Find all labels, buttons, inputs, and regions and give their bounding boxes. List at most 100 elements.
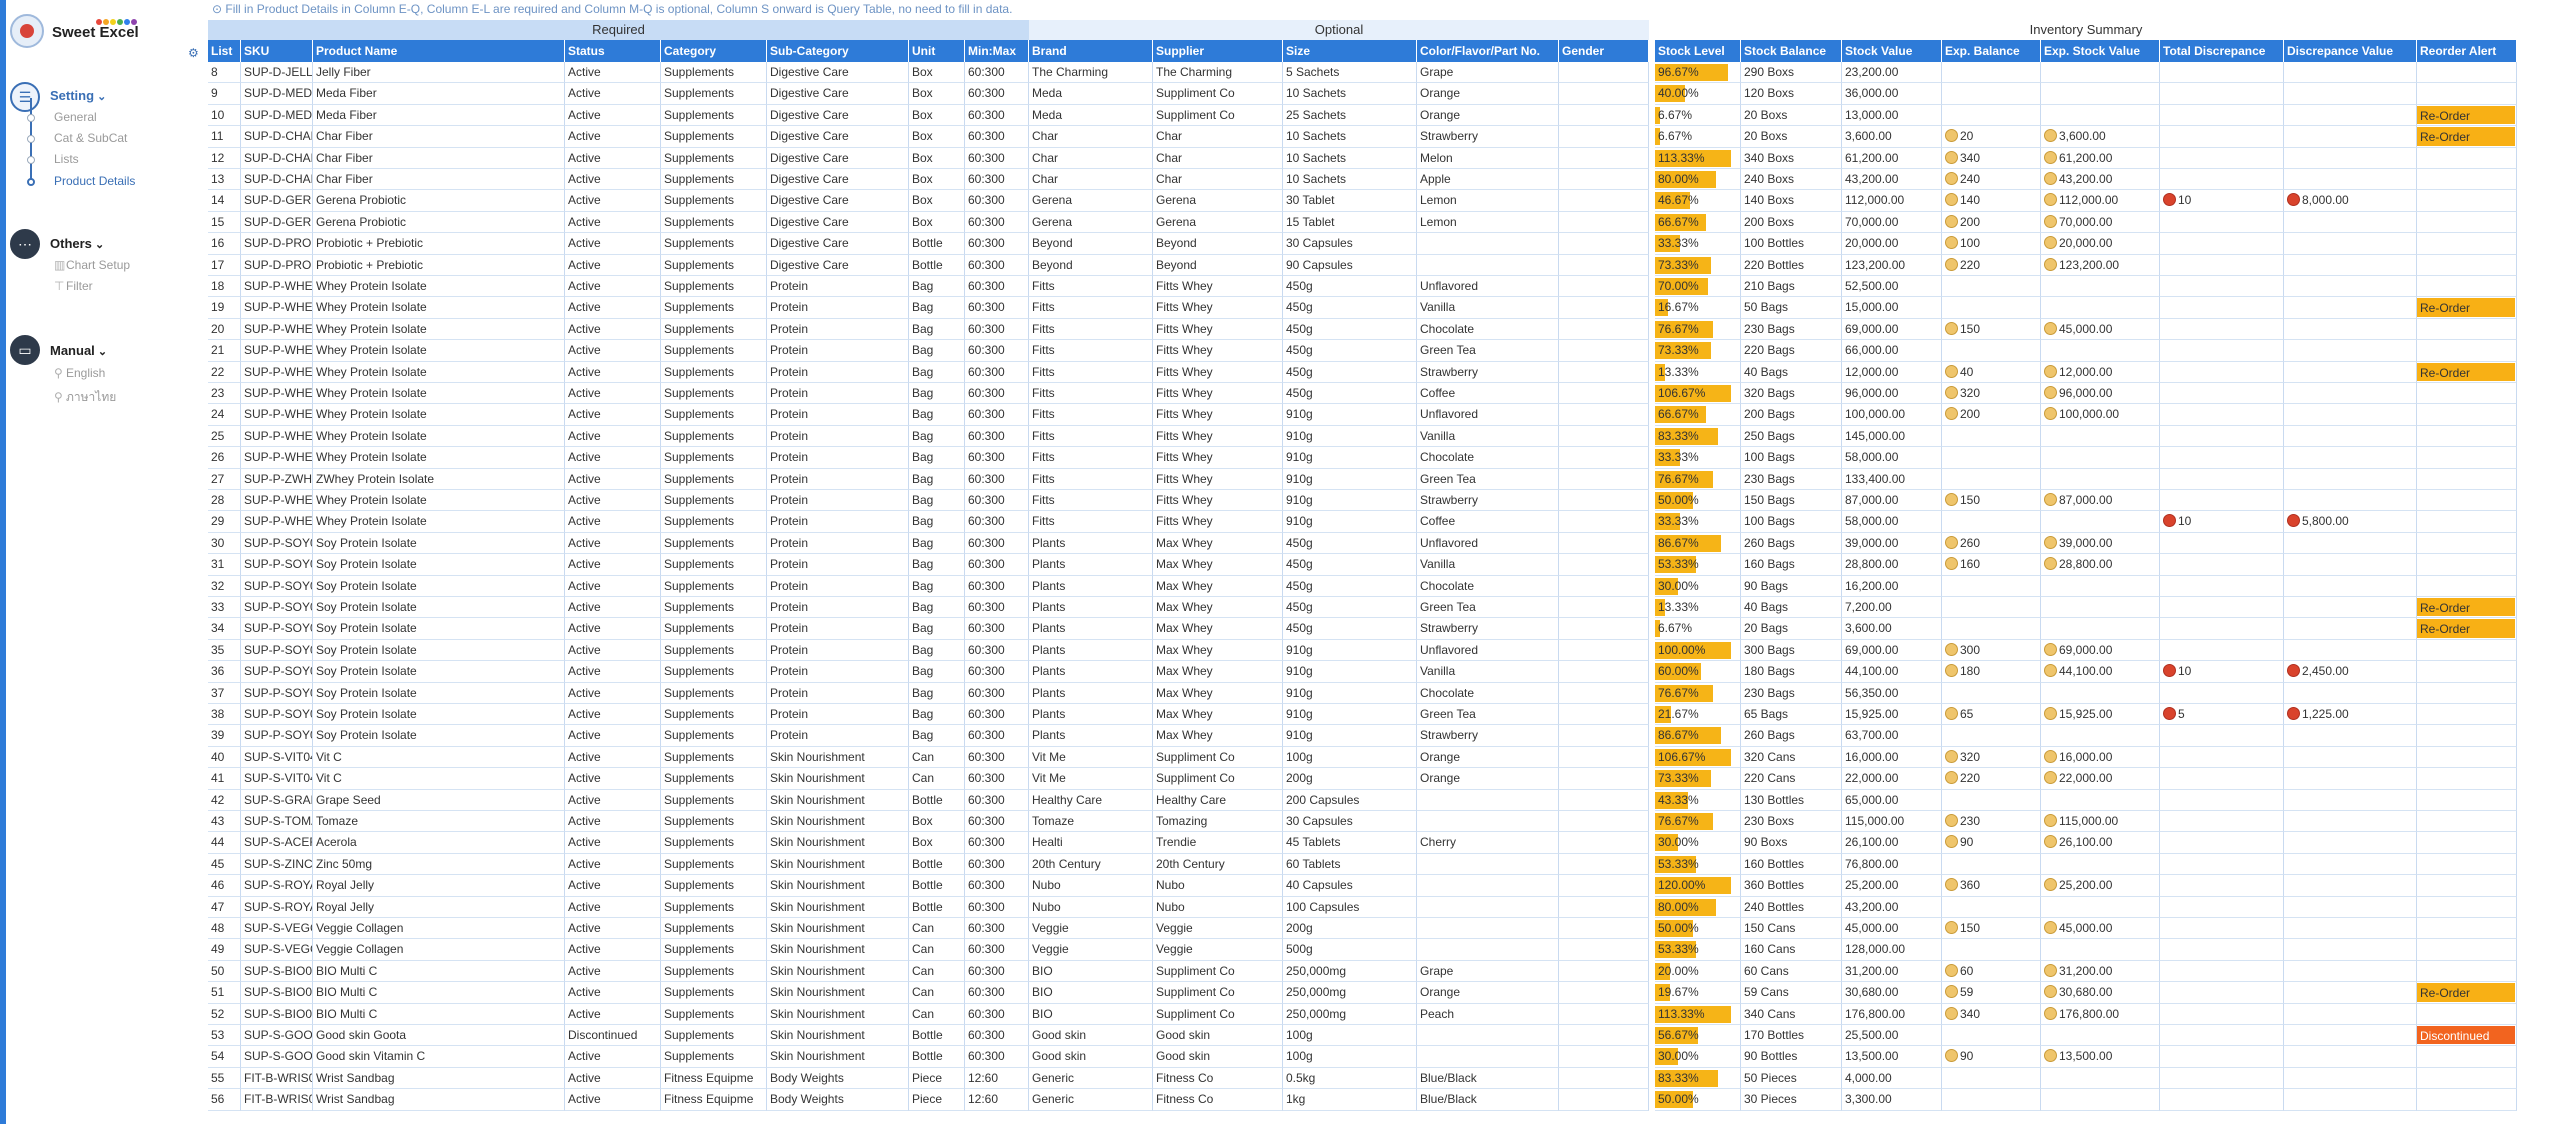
cell-category[interactable]: Supplements (661, 169, 767, 191)
cell-exp-balance[interactable]: 340 (1942, 1003, 2041, 1025)
cell-stock-value[interactable]: 13,000.00 (1842, 104, 1942, 127)
cell-stock-level[interactable]: 33.33% (1655, 233, 1741, 255)
cell-status[interactable]: Active (565, 468, 661, 490)
cell-sub-category[interactable]: Skin Nourishment (767, 832, 909, 854)
cell-min-max[interactable]: 60:300 (965, 318, 1029, 341)
cell-stock-balance[interactable]: 300 Bags (1741, 639, 1842, 662)
cell-sku[interactable]: SUP-P-SOY036 (241, 661, 313, 683)
cell-supplier[interactable]: Fitness Co (1153, 1067, 1283, 1090)
cell-sub-category[interactable]: Skin Nourishment (767, 875, 909, 897)
cell-min-max[interactable]: 60:300 (965, 62, 1029, 84)
cell-color-flavor-part-no-[interactable]: Unflavored (1417, 532, 1559, 555)
cell-sub-category[interactable]: Protein (767, 682, 909, 704)
cell-discrepance-value[interactable] (2284, 575, 2417, 597)
cell-category[interactable]: Supplements (661, 361, 767, 383)
cell-status[interactable]: Active (565, 361, 661, 383)
cell-exp-stock-value[interactable]: 20,000.00 (2041, 233, 2160, 255)
cell-sub-category[interactable]: Skin Nourishment (767, 960, 909, 983)
cell-product-name[interactable]: Whey Protein Isolate (313, 425, 565, 448)
cell-color-flavor-part-no-[interactable]: Unflavored (1417, 639, 1559, 662)
cell-discrepance-value[interactable] (2284, 425, 2417, 448)
sidebar-item-english[interactable]: ⚲ English (54, 366, 105, 380)
cell-status[interactable]: Active (565, 276, 661, 298)
cell-discrepance-value[interactable] (2284, 746, 2417, 769)
cell-discrepance-value[interactable] (2284, 960, 2417, 983)
cell-brand[interactable]: Beyond (1029, 254, 1153, 276)
cell-sku[interactable]: FIT-B-WRIS055 (241, 1067, 313, 1090)
cell-product-name[interactable]: Tomaze (313, 811, 565, 833)
cell-stock-value[interactable]: 65,000.00 (1842, 789, 1942, 811)
column-header-product-name[interactable]: Product Name (313, 40, 565, 62)
cell-min-max[interactable]: 60:300 (965, 190, 1029, 212)
cell-discrepance-value[interactable] (2284, 618, 2417, 640)
cell-sku[interactable]: SUP-P-WHEY018 (241, 276, 313, 298)
cell-exp-stock-value[interactable] (2041, 597, 2160, 619)
cell-size[interactable]: 450g (1283, 318, 1417, 341)
cell-min-max[interactable]: 60:300 (965, 1003, 1029, 1025)
cell-reorder-alert[interactable] (2417, 190, 2517, 212)
cell-unit[interactable]: Can (909, 1003, 965, 1025)
cell-status[interactable]: Active (565, 618, 661, 640)
cell-list[interactable]: 22 (208, 361, 241, 383)
cell-gender[interactable] (1559, 639, 1649, 662)
cell-sub-category[interactable]: Protein (767, 618, 909, 640)
cell-gender[interactable] (1559, 297, 1649, 319)
cell-list[interactable]: 30 (208, 532, 241, 555)
cell-total-discrepance[interactable] (2160, 147, 2284, 169)
cell-unit[interactable]: Bottle (909, 1025, 965, 1047)
cell-unit[interactable]: Bag (909, 597, 965, 619)
cell-color-flavor-part-no-[interactable] (1417, 811, 1559, 833)
cell-min-max[interactable]: 60:300 (965, 960, 1029, 983)
column-header-total-discrepance[interactable]: Total Discrepance (2160, 40, 2284, 62)
cell-exp-stock-value[interactable]: 87,000.00 (2041, 490, 2160, 512)
cell-min-max[interactable]: 60:300 (965, 425, 1029, 448)
cell-product-name[interactable]: Wrist Sandbag (313, 1089, 565, 1111)
cell-discrepance-value[interactable] (2284, 254, 2417, 276)
cell-min-max[interactable]: 60:300 (965, 104, 1029, 127)
cell-stock-balance[interactable]: 260 Bags (1741, 532, 1842, 555)
column-header-exp-stock-value[interactable]: Exp. Stock Value (2041, 40, 2160, 62)
cell-exp-balance[interactable] (1942, 297, 2041, 319)
cell-list[interactable]: 56 (208, 1089, 241, 1111)
cell-size[interactable]: 25 Sachets (1283, 104, 1417, 127)
cell-total-discrepance[interactable] (2160, 532, 2284, 555)
cell-supplier[interactable]: Fitts Whey (1153, 383, 1283, 405)
cell-discrepance-value[interactable] (2284, 639, 2417, 662)
cell-gender[interactable] (1559, 597, 1649, 619)
cell-category[interactable]: Supplements (661, 254, 767, 276)
cell-min-max[interactable]: 60:300 (965, 725, 1029, 747)
cell-exp-stock-value[interactable] (2041, 447, 2160, 469)
cell-min-max[interactable]: 60:300 (965, 746, 1029, 769)
cell-brand[interactable]: The Charming (1029, 62, 1153, 84)
cell-stock-level[interactable]: 33.33% (1655, 447, 1741, 469)
cell-discrepance-value[interactable] (2284, 1025, 2417, 1047)
cell-exp-stock-value[interactable]: 28,800.00 (2041, 554, 2160, 576)
cell-product-name[interactable]: ZWhey Protein Isolate (313, 468, 565, 490)
cell-brand[interactable]: Fitts (1029, 318, 1153, 341)
cell-brand[interactable]: Plants (1029, 532, 1153, 555)
cell-size[interactable]: 500g (1283, 939, 1417, 961)
cell-exp-stock-value[interactable]: 44,100.00 (2041, 661, 2160, 683)
cell-discrepance-value[interactable] (2284, 318, 2417, 341)
cell-stock-level[interactable]: 60.00% (1655, 661, 1741, 683)
cell-size[interactable]: 10 Sachets (1283, 83, 1417, 105)
cell-exp-stock-value[interactable]: 12,000.00 (2041, 361, 2160, 383)
cell-product-name[interactable]: Soy Protein Isolate (313, 618, 565, 640)
cell-gender[interactable] (1559, 62, 1649, 84)
cell-sub-category[interactable]: Skin Nourishment (767, 918, 909, 940)
cell-category[interactable]: Supplements (661, 661, 767, 683)
cell-sku[interactable]: SUP-S-GRAP042 (241, 789, 313, 811)
cell-list[interactable]: 46 (208, 875, 241, 897)
cell-sku[interactable]: SUP-P-WHEY026 (241, 447, 313, 469)
cell-stock-level[interactable]: 73.33% (1655, 340, 1741, 362)
cell-supplier[interactable]: Fitts Whey (1153, 340, 1283, 362)
cell-color-flavor-part-no-[interactable]: Green Tea (1417, 597, 1559, 619)
cell-brand[interactable]: Tomaze (1029, 811, 1153, 833)
cell-total-discrepance[interactable] (2160, 297, 2284, 319)
cell-stock-value[interactable]: 43,200.00 (1842, 896, 1942, 918)
cell-exp-balance[interactable] (1942, 575, 2041, 597)
cell-total-discrepance[interactable]: 5 (2160, 704, 2284, 726)
cell-total-discrepance[interactable] (2160, 276, 2284, 298)
cell-supplier[interactable]: Fitts Whey (1153, 511, 1283, 533)
cell-total-discrepance[interactable]: 10 (2160, 511, 2284, 533)
